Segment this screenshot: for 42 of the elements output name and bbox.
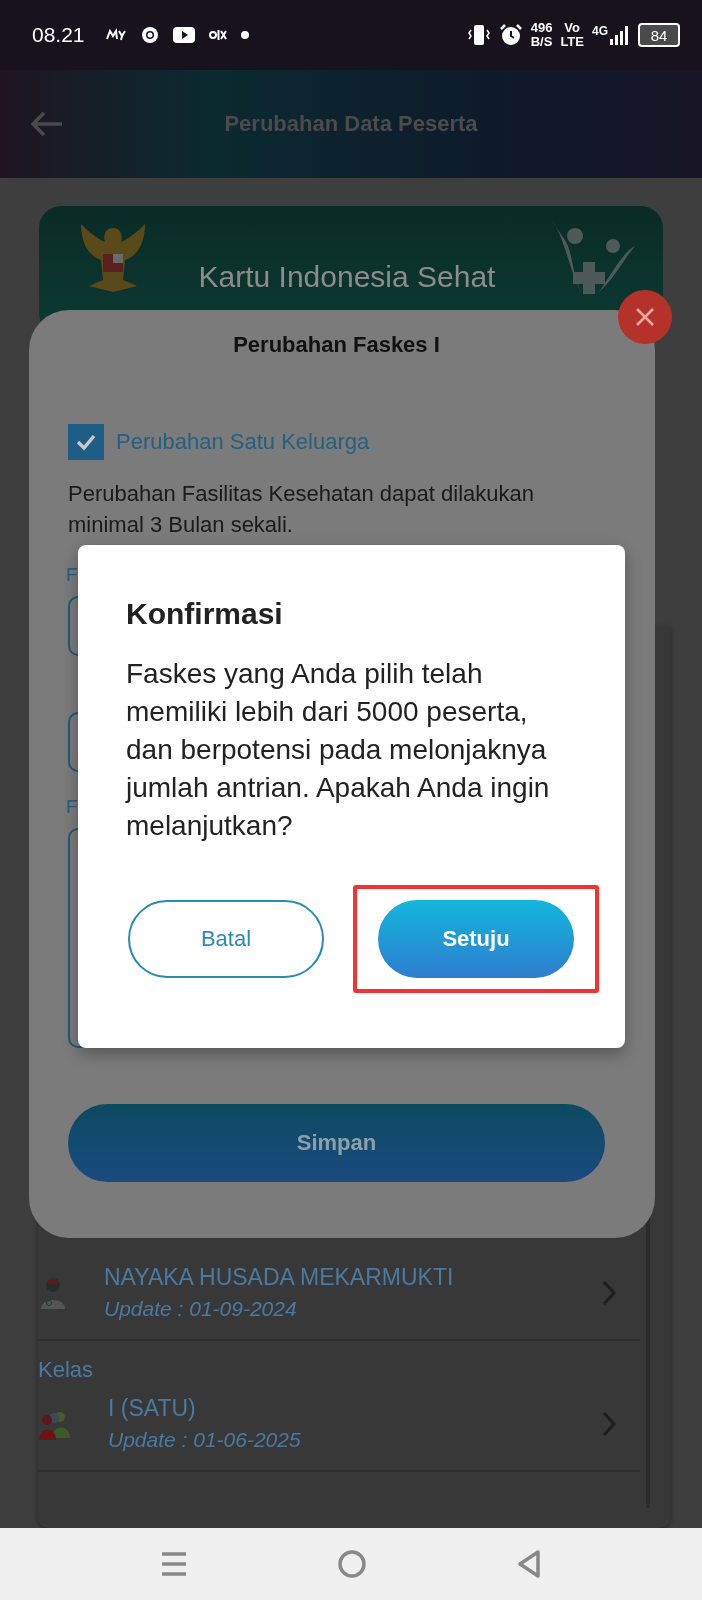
- signal-icon: [608, 24, 630, 46]
- network-speed-unit: B/S: [530, 35, 553, 49]
- home-icon[interactable]: [337, 1549, 367, 1579]
- back-arrow-icon[interactable]: [30, 110, 64, 138]
- vibrate-icon: [466, 24, 491, 46]
- chevron-right-icon: [600, 1278, 618, 1307]
- list-item[interactable]: I (SATU) Update : 01-06-2025: [38, 1383, 640, 1470]
- app-icon: [208, 29, 227, 41]
- app-icon: [104, 28, 127, 42]
- close-icon: [634, 306, 656, 328]
- update-date: Update : 01-06-2025: [108, 1428, 302, 1452]
- faskes-name: NAYAKA HUSADA MEKARMUKTI: [104, 1264, 455, 1291]
- dialog-message: Faskes yang Anda pilih telah memiliki lebih dari 5000 peserta, dan berpotensi pada melonjaknya jumlah antrian. Apakah Anda ingin melanjutkan?: [126, 657, 551, 843]
- note-text: Perubahan Fasilitas Kesehatan dapat dilakukan minimal 3 Bulan sekali.: [68, 480, 535, 539]
- page-title: Perubahan Data Peserta: [223, 111, 479, 137]
- save-button[interactable]: Simpan: [68, 1104, 605, 1182]
- alarm-icon: [498, 23, 523, 47]
- field-label: F: [66, 795, 79, 819]
- volte-label: LTE: [560, 35, 584, 49]
- battery-icon: 84: [638, 23, 680, 47]
- network-speed: 496: [530, 21, 553, 35]
- section-label: Kelas: [38, 1357, 95, 1383]
- dialog-title: Konfirmasi: [126, 597, 284, 631]
- back-icon[interactable]: [516, 1549, 542, 1579]
- checkbox-label: Perubahan Satu Keluarga: [116, 429, 370, 455]
- notification-dot-icon: [240, 31, 249, 39]
- card-title: Kartu Indonesia Sehat: [197, 260, 497, 294]
- class-name: I (SATU): [108, 1395, 197, 1422]
- video-app-icon: [172, 27, 195, 43]
- agree-button[interactable]: Setuju: [378, 900, 574, 978]
- browser-icon: [140, 26, 159, 44]
- status-time: 08.21: [32, 23, 85, 47]
- network-type: 4G: [592, 24, 608, 38]
- checkbox[interactable]: [68, 424, 104, 460]
- list-item[interactable]: NAYAKA HUSADA MEKARMUKTI Update : 01-09-2024: [38, 1252, 640, 1339]
- sheet-title: Perubahan Faskes I: [232, 332, 441, 358]
- menu-icon[interactable]: [160, 1550, 188, 1578]
- chevron-right-icon: [600, 1409, 618, 1438]
- update-date: Update : 01-09-2024: [104, 1297, 298, 1321]
- volte-label: Vo: [564, 21, 580, 35]
- cancel-button[interactable]: Batal: [128, 900, 324, 978]
- field-label: F: [66, 563, 79, 587]
